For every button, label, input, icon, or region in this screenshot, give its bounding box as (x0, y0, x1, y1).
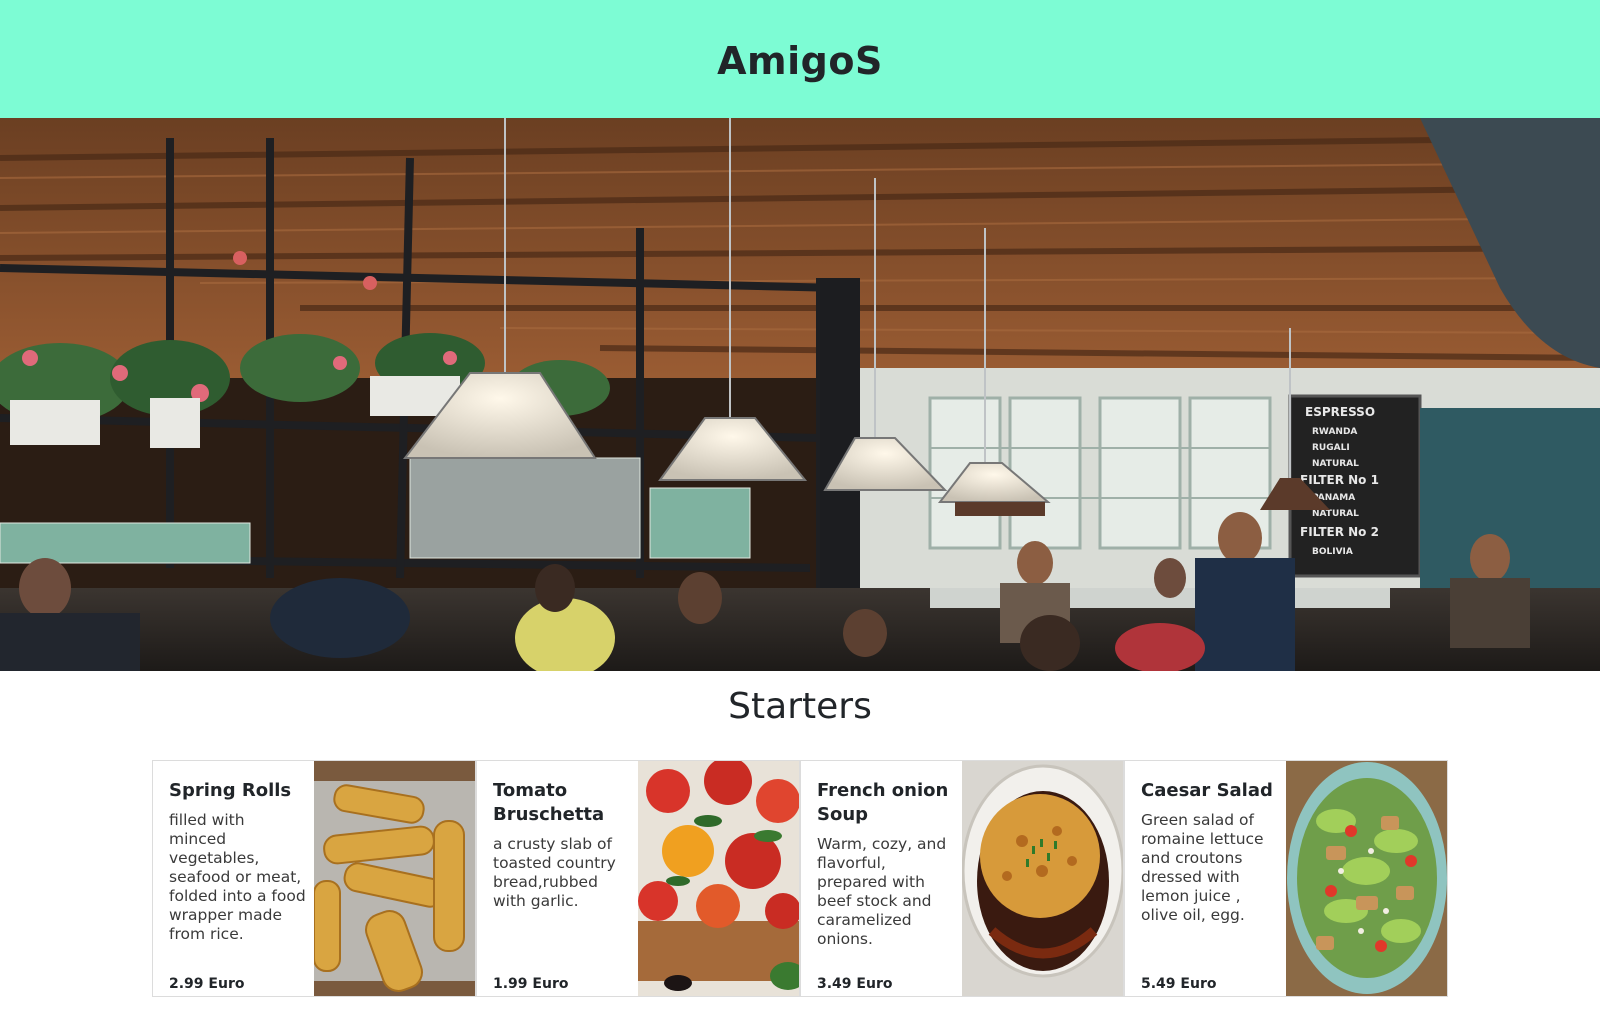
spring-rolls-image (314, 761, 475, 996)
card-title: Caesar Salad (1141, 780, 1273, 801)
hero-image: ESPRESSO RWANDA RUGALI NATURAL FILTER No… (0, 118, 1600, 671)
starters-card-list: Spring Rolls filled with minced vegetabl… (152, 760, 1448, 997)
chalkboard-line: NATURAL (1312, 459, 1359, 469)
cafe-interior-photo: ESPRESSO RWANDA RUGALI NATURAL FILTER No… (0, 118, 1600, 671)
card-body: Tomato Bruschetta a crusty slab of toast… (477, 761, 638, 996)
card-description: a crusty slab of toasted country bread,r… (493, 835, 616, 910)
card-description: Warm, cozy, and flavorful, prepared with… (817, 835, 947, 948)
menu-card[interactable]: Caesar Salad Green salad of romaine lett… (1124, 760, 1448, 997)
card-body: Caesar Salad Green salad of romaine lett… (1125, 761, 1286, 996)
chalkboard-line: ESPRESSO (1305, 405, 1375, 419)
chalkboard-line: FILTER No 1 (1300, 473, 1379, 487)
card-price: 3.49 Euro (817, 976, 893, 992)
tomato-bruschetta-image (638, 761, 799, 996)
card-price: 1.99 Euro (493, 976, 569, 992)
card-body: Spring Rolls filled with minced vegetabl… (153, 761, 314, 996)
section-title-starters: Starters (728, 686, 872, 727)
card-body: French onion Soup Warm, cozy, and flavor… (801, 761, 962, 996)
menu-card[interactable]: Tomato Bruschetta a crusty slab of toast… (476, 760, 800, 997)
brand-title: AmigoS (717, 39, 883, 83)
caesar-salad-image (1286, 761, 1447, 996)
chalkboard-line: BOLIVIA (1312, 547, 1353, 557)
chalkboard-line: FILTER No 2 (1300, 525, 1379, 539)
card-description: filled with minced vegetables, seafood o… (169, 811, 306, 943)
french-onion-soup-image (962, 761, 1123, 996)
card-title: Tomato Bruschetta (493, 780, 605, 825)
menu-card[interactable]: Spring Rolls filled with minced vegetabl… (152, 760, 476, 997)
card-title: Spring Rolls (169, 780, 292, 801)
card-description: Green salad of romaine lettuce and crout… (1141, 811, 1264, 924)
chalkboard-line: RWANDA (1312, 427, 1357, 437)
card-price: 2.99 Euro (169, 976, 245, 992)
chalkboard-line: RUGALI (1312, 443, 1350, 453)
card-price: 5.49 Euro (1141, 976, 1217, 992)
chalkboard-line: NATURAL (1312, 509, 1359, 519)
menu-card[interactable]: French onion Soup Warm, cozy, and flavor… (800, 760, 1124, 997)
card-title: French onion Soup (817, 780, 949, 825)
site-header: AmigoS (0, 0, 1600, 118)
